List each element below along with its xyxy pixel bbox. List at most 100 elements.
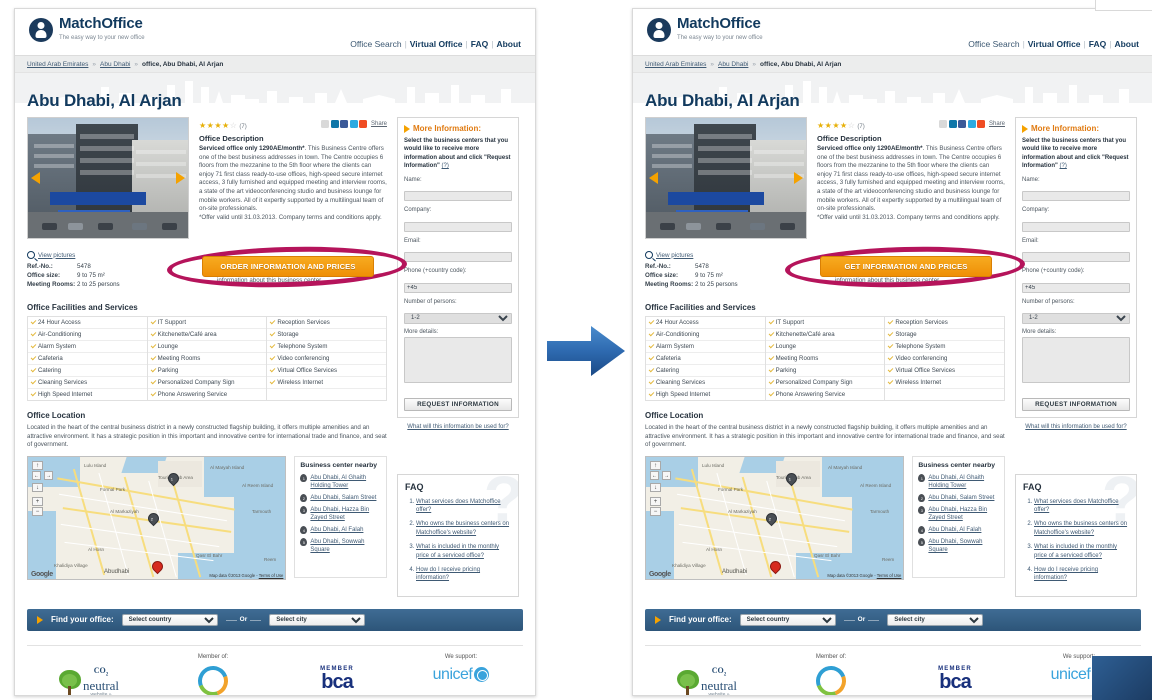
company-field[interactable] (1022, 221, 1130, 232)
map-pan-up[interactable]: ↑ (650, 460, 661, 470)
map-pan-right[interactable]: → (662, 470, 671, 480)
map-terms-link[interactable]: Terms of Use (877, 573, 902, 578)
list-item[interactable]: 3 Abu Dhabi, Hazza Bin Zayed Street (300, 505, 381, 522)
photo-next-arrow[interactable] (176, 172, 185, 184)
faq-item[interactable]: Who owns the business centers on Matchof… (416, 520, 511, 537)
mail-icon[interactable] (939, 119, 948, 128)
help-link[interactable]: (?) (442, 163, 449, 169)
plus-icon[interactable] (977, 119, 986, 128)
request-information-button[interactable]: REQUEST INFORMATION (1022, 397, 1130, 411)
nav-faq[interactable]: FAQ (471, 39, 488, 49)
mail-icon[interactable] (321, 119, 330, 128)
map-zoom-out[interactable]: − (32, 506, 43, 516)
breadcrumb-item-country[interactable]: United Arab Emirates (27, 61, 88, 68)
listing-photo-after[interactable] (645, 117, 807, 239)
nav-office-search[interactable]: Office Search (350, 39, 401, 49)
facebook-icon[interactable] (958, 119, 967, 128)
map-pan-down-wrap[interactable]: ↓ (650, 482, 661, 493)
nav-about[interactable]: About (1114, 39, 1139, 49)
email-field[interactable] (1022, 252, 1130, 263)
list-item[interactable]: 5 Abu Dhabi, Sowwah Square (300, 537, 381, 554)
site-logo[interactable]: MatchOffice The easy way to your new off… (29, 16, 145, 43)
map-pan-right[interactable]: → (44, 470, 53, 480)
nav-virtual-office[interactable]: Virtual Office (410, 39, 463, 49)
map-pan-left[interactable]: ← (32, 470, 41, 480)
list-item[interactable]: 4 Abu Dhabi, Al Falah (300, 525, 381, 534)
share-label[interactable]: Share (371, 121, 387, 127)
photo-prev-arrow[interactable] (31, 172, 40, 184)
site-logo-after[interactable]: MatchOffice The easy way to your new off… (647, 16, 763, 43)
list-item[interactable]: 3 Abu Dhabi, Hazza Bin Zayed Street (918, 505, 999, 522)
map-terms-link[interactable]: Terms of Use (259, 573, 284, 578)
get-information-button[interactable]: GET INFORMATION AND PRICES (820, 256, 992, 277)
help-link[interactable]: (?) (1060, 163, 1067, 169)
map-pan-down[interactable]: ↓ (650, 482, 661, 492)
map-zoom-in-wrap[interactable]: + − (650, 496, 661, 517)
twitter-icon[interactable] (349, 119, 358, 128)
order-information-button[interactable]: ORDER INFORMATION AND PRICES (202, 256, 374, 277)
view-pictures-link[interactable]: View pictures (27, 251, 167, 259)
photo-next-arrow[interactable] (794, 172, 803, 184)
list-item[interactable]: 5 Abu Dhabi, Sowwah Square (918, 537, 999, 554)
list-item[interactable]: 1 Abu Dhabi, Al Ghaith Holding Tower (300, 473, 381, 490)
faq-item[interactable]: How do I receive pricing information? (416, 566, 511, 583)
listing-photo[interactable] (27, 117, 189, 239)
breadcrumb-item-city[interactable]: Abu Dhabi (100, 61, 130, 68)
persons-select[interactable]: 1-2 (1022, 312, 1130, 324)
company-field[interactable] (404, 221, 512, 232)
map-pan-down[interactable]: ↓ (32, 482, 43, 492)
nav-about[interactable]: About (496, 39, 521, 49)
list-item[interactable]: 2 Abu Dhabi, Salam Street (300, 493, 381, 502)
twitter-icon[interactable] (967, 119, 976, 128)
request-information-button[interactable]: REQUEST INFORMATION (404, 397, 512, 411)
map-zoom-out[interactable]: − (650, 506, 661, 516)
faq-item[interactable]: How do I receive pricing information? (1034, 566, 1129, 583)
list-item[interactable]: 4 Abu Dhabi, Al Falah (918, 525, 999, 534)
country-select[interactable]: Select country (121, 613, 218, 626)
map-zoom-in[interactable]: + (32, 496, 43, 506)
name-field[interactable] (1022, 191, 1130, 202)
photo-prev-arrow[interactable] (649, 172, 658, 184)
name-field[interactable] (404, 191, 512, 202)
location-map-after[interactable]: Lulu Island Tourist Club Area Formal Par… (645, 455, 905, 580)
breadcrumb-item-city[interactable]: Abu Dhabi (718, 61, 748, 68)
map-zoom-in[interactable]: + (650, 496, 661, 506)
city-select[interactable]: Select city (887, 613, 984, 626)
faq-item[interactable]: What services does Matchoffice offer? (416, 498, 511, 515)
faq-item[interactable]: What services does Matchoffice offer? (1034, 498, 1129, 515)
linkedin-icon[interactable] (948, 119, 957, 128)
nav-office-search[interactable]: Office Search (968, 39, 1019, 49)
map-zoom-in-wrap[interactable]: + − (32, 496, 43, 517)
map-pan-controls[interactable]: ← → (32, 470, 54, 481)
breadcrumb-item-country[interactable]: United Arab Emirates (645, 61, 706, 68)
details-textarea[interactable] (404, 336, 512, 383)
plus-icon[interactable] (359, 119, 368, 128)
email-field[interactable] (404, 252, 512, 263)
city-select[interactable]: Select city (269, 613, 366, 626)
country-select[interactable]: Select country (739, 613, 836, 626)
map-pan-controls[interactable]: ← → (650, 470, 672, 481)
map-pan-up[interactable]: ↑ (32, 460, 43, 470)
nav-virtual-office[interactable]: Virtual Office (1028, 39, 1081, 49)
information-usage-link[interactable]: What will this information be used for? (397, 424, 519, 430)
faq-item[interactable]: What is included in the monthly price of… (1034, 543, 1129, 560)
details-textarea[interactable] (1022, 336, 1130, 383)
list-item[interactable]: 2 Abu Dhabi, Salam Street (918, 493, 999, 502)
nav-faq[interactable]: FAQ (1089, 39, 1106, 49)
facebook-icon[interactable] (340, 119, 349, 128)
view-pictures-link[interactable]: View pictures (645, 251, 785, 259)
map-zoom-controls[interactable]: ↑ (32, 460, 43, 471)
persons-select[interactable]: 1-2 (404, 312, 512, 324)
linkedin-icon[interactable] (330, 119, 339, 128)
map-pan-left[interactable]: ← (650, 470, 659, 480)
list-item[interactable]: 1 Abu Dhabi, Al Ghaith Holding Tower (918, 473, 999, 490)
faq-item[interactable]: Who owns the business centers on Matchof… (1034, 520, 1129, 537)
phone-field[interactable] (1022, 282, 1130, 293)
location-map[interactable]: Lulu Island Tourist Club Area Formal Par… (27, 455, 287, 580)
phone-field[interactable] (404, 282, 512, 293)
share-label[interactable]: Share (989, 121, 1005, 127)
map-pan-down-wrap[interactable]: ↓ (32, 482, 43, 493)
faq-item[interactable]: What is included in the monthly price of… (416, 543, 511, 560)
map-zoom-controls[interactable]: ↑ (650, 460, 661, 471)
information-usage-link[interactable]: What will this information be used for? (1015, 424, 1137, 430)
